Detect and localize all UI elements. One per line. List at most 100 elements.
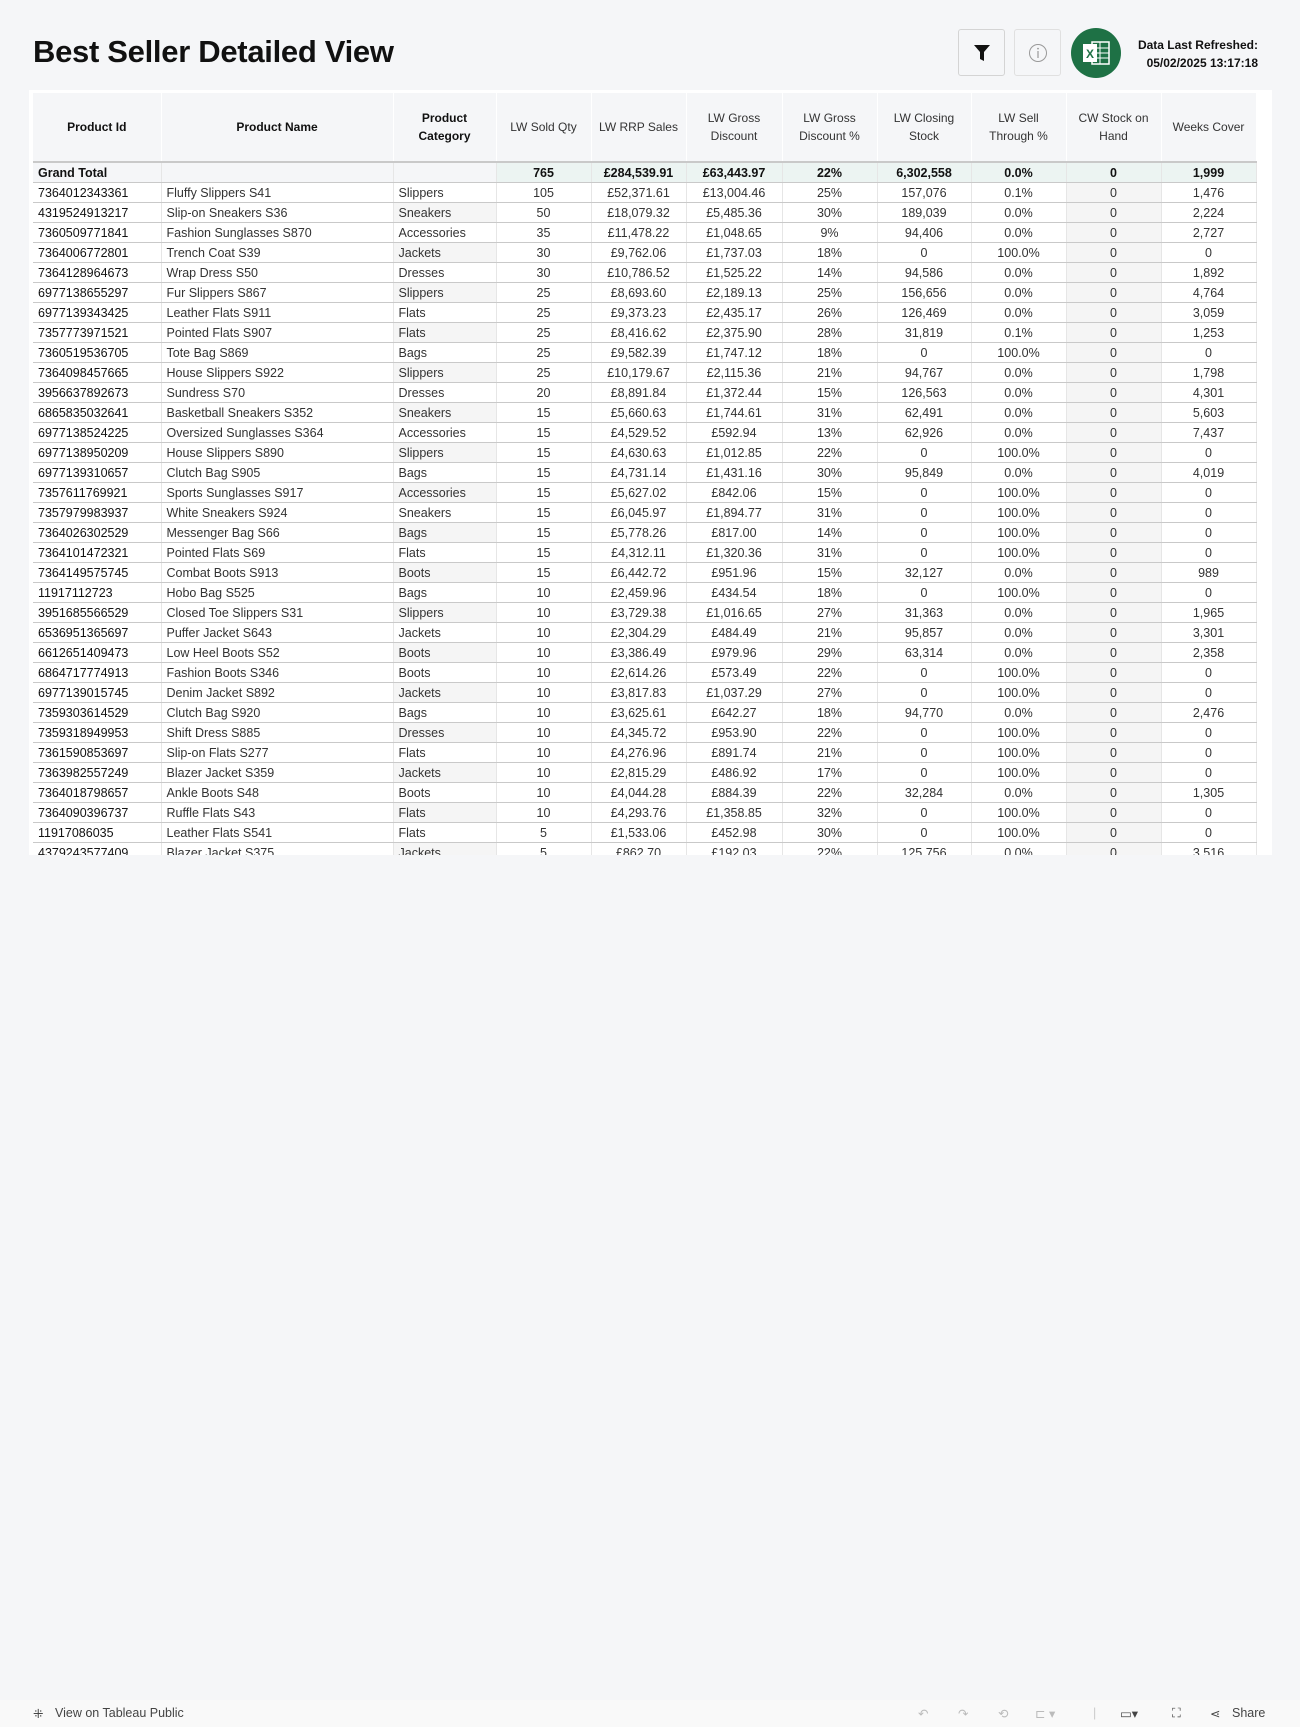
column-header[interactable]: CW Stock on Hand (1066, 93, 1162, 162)
weeks-cover-cell: 4,019 (1161, 462, 1257, 483)
weeks-cover-cell: 3,516 (1161, 842, 1257, 855)
lw-gross-discount-cell: £13,004.46 (686, 182, 783, 203)
product-id-cell: 7364018798657 (33, 782, 162, 803)
weeks-cover-cell: 0 (1161, 242, 1257, 263)
column-header[interactable]: Product Id (33, 93, 162, 162)
table-row: 7364128964673 Wrap Dress S50 Dresses 30 £10,… (33, 262, 1257, 283)
lw-gross-discount-cell: £884.39 (686, 782, 783, 803)
cw-stock-on-hand-cell: 0 (1066, 542, 1162, 563)
column-header[interactable]: Product Name (161, 93, 394, 162)
table-row: 7363982557249 Blazer Jacket S359 Jackets 10… (33, 762, 1257, 783)
product-category-cell: Bags (393, 522, 497, 543)
lw-rrp-sales-cell: £11,478.22 (591, 222, 687, 243)
lw-gross-discount-cell: £1,016.65 (686, 602, 783, 623)
lw-gross-discount-pct-cell: 26% (782, 302, 878, 323)
lw-sell-through-pct-cell: 100.0% (971, 502, 1067, 523)
lw-rrp-sales-cell: £2,815.29 (591, 762, 687, 783)
refresh-icon[interactable]: ⊏ ▾ (1035, 1706, 1055, 1721)
lw-gross-discount-pct-cell: 21% (782, 622, 878, 643)
lw-gross-discount-pct-cell: 14% (782, 522, 878, 543)
weeks-cover-cell: 0 (1161, 442, 1257, 463)
product-id-cell: 11917086035 (33, 822, 162, 843)
share-icon[interactable]: ⋖ (1210, 1706, 1220, 1721)
product-name-cell: Blazer Jacket S359 (161, 762, 394, 783)
lw-closing-stock-cell: 0 (877, 822, 972, 843)
product-id-cell: 7359303614529 (33, 702, 162, 723)
product-name-cell: Oversized Sunglasses S364 (161, 422, 394, 443)
info-button[interactable] (1014, 29, 1061, 76)
product-category-cell: Bags (393, 702, 497, 723)
table-row: 7359303614529 Clutch Bag S920 Bags 10 £3,625… (33, 702, 1257, 723)
weeks-cover-cell: 989 (1161, 562, 1257, 583)
weeks-cover-cell: 0 (1161, 822, 1257, 843)
lw-closing-stock-cell: 126,469 (877, 302, 972, 323)
lw-sold-qty-cell: 10 (496, 702, 592, 723)
product-id-cell: 4379243577409 (33, 842, 162, 855)
cw-stock-on-hand-cell: 0 (1066, 402, 1162, 423)
table-row: 7364149575745 Combat Boots S913 Boots 15 £6,… (33, 562, 1257, 583)
undo-icon[interactable]: ↶ (918, 1706, 928, 1721)
product-category-cell: Slippers (393, 362, 497, 383)
weeks-cover-cell: 0 (1161, 582, 1257, 603)
cw-stock-on-hand-cell: 0 (1066, 522, 1162, 543)
lw-gross-discount-cell: £2,435.17 (686, 302, 783, 323)
excel-export-button[interactable]: X (1071, 28, 1121, 78)
column-header[interactable]: LW Gross Discount % (782, 93, 878, 162)
lw-gross-discount-pct-cell: 15% (782, 382, 878, 403)
redo-icon[interactable]: ↷ (958, 1706, 968, 1721)
lw-gross-discount-cell: £1,037.29 (686, 682, 783, 703)
lw-gross-discount-pct-cell: 30% (782, 822, 878, 843)
product-category-cell: Sneakers (393, 202, 497, 223)
column-header[interactable]: LW Closing Stock (877, 93, 972, 162)
device-preview-icon[interactable]: ▭▾ (1120, 1706, 1138, 1721)
lw-gross-discount-pct-cell: 9% (782, 222, 878, 243)
column-header[interactable]: Product Category (393, 93, 497, 162)
cw-stock-on-hand-cell: 0 (1066, 842, 1162, 855)
product-id-cell: 7359318949953 (33, 722, 162, 743)
lw-gross-discount-cell: £891.74 (686, 742, 783, 763)
lw-sell-through-pct-cell: 0.0% (971, 562, 1067, 583)
share-button[interactable]: Share (1232, 1706, 1265, 1720)
cw-stock-on-hand-cell: 0 (1066, 202, 1162, 223)
product-category-cell: Bags (393, 342, 497, 363)
column-header[interactable]: LW Gross Discount (686, 93, 783, 162)
lw-rrp-sales-cell: £9,582.39 (591, 342, 687, 363)
revert-icon[interactable]: ⟲ (998, 1706, 1008, 1721)
product-id-cell: 6977139310657 (33, 462, 162, 483)
lw-gross-discount-pct-cell: 22% (782, 161, 878, 183)
toolbar-divider: | (1093, 1706, 1097, 1720)
lw-closing-stock-cell: 6,302,558 (877, 161, 972, 183)
lw-gross-discount-cell: £192.03 (686, 842, 783, 855)
table-row: 6536951365697 Puffer Jacket S643 Jackets 10… (33, 622, 1257, 643)
product-name-cell: Tote Bag S869 (161, 342, 394, 363)
weeks-cover-cell: 2,727 (1161, 222, 1257, 243)
table-row: 4379243577409 Blazer Jacket S375 Jackets 5 £… (33, 842, 1257, 855)
column-header[interactable]: LW Sell Through % (971, 93, 1067, 162)
product-category-cell: Slippers (393, 182, 497, 203)
lw-gross-discount-cell: £1,320.36 (686, 542, 783, 563)
weeks-cover-cell: 0 (1161, 802, 1257, 823)
lw-closing-stock-cell: 0 (877, 482, 972, 503)
lw-sell-through-pct-cell: 100.0% (971, 742, 1067, 763)
product-id-cell: 4319524913217 (33, 202, 162, 223)
lw-sell-through-pct-cell: 0.1% (971, 182, 1067, 203)
lw-rrp-sales-cell: £4,345.72 (591, 722, 687, 743)
lw-sold-qty-cell: 5 (496, 842, 592, 855)
filter-button[interactable] (958, 29, 1005, 76)
fullscreen-icon[interactable]: ⛶ (1172, 1706, 1181, 1721)
column-header[interactable]: LW RRP Sales (591, 93, 687, 162)
product-category-cell: Jackets (393, 682, 497, 703)
lw-sold-qty-cell: 15 (496, 502, 592, 523)
product-id-cell: 7364012343361 (33, 182, 162, 203)
product-name-cell: House Slippers S890 (161, 442, 394, 463)
view-on-tableau-link[interactable]: View on Tableau Public (55, 1706, 184, 1720)
lw-closing-stock-cell: 0 (877, 682, 972, 703)
lw-rrp-sales-cell: £10,179.67 (591, 362, 687, 383)
column-header[interactable]: Weeks Cover (1161, 93, 1257, 162)
lw-sell-through-pct-cell: 100.0% (971, 522, 1067, 543)
lw-closing-stock-cell: 94,770 (877, 702, 972, 723)
lw-gross-discount-pct-cell: 21% (782, 742, 878, 763)
column-header[interactable]: LW Sold Qty (496, 93, 592, 162)
lw-sell-through-pct-cell: 0.0% (971, 382, 1067, 403)
product-category-cell (393, 161, 497, 183)
